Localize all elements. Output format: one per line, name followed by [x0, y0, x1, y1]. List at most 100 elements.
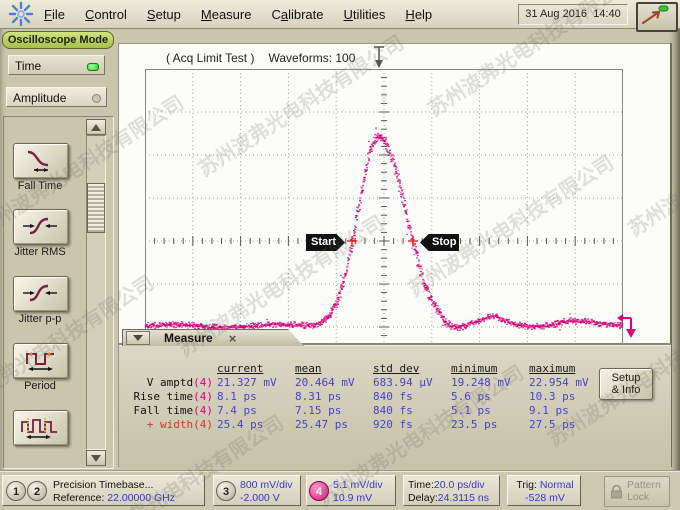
measure-results-panel: Measure × current mean std dev minimum m… [119, 345, 671, 468]
cell-value: 7.15 ps [295, 404, 373, 418]
delay-value: Delay:24.3115 ns [408, 492, 489, 505]
cell-value: 23.5 ps [451, 418, 529, 432]
ch4-offset: 10.9 mV [333, 492, 383, 505]
trigger-level: -528 mV [513, 492, 577, 505]
time-mode-dropdown[interactable]: Time [8, 55, 105, 75]
measurement-table: current mean std dev minimum maximum V a… [125, 362, 607, 432]
jitter-rms-button[interactable] [13, 209, 69, 245]
cell-value: 27.5 ps [529, 418, 607, 432]
status-bar: 1 2 Precision Timebase... Reference: 22.… [0, 470, 680, 510]
touch-hand-icon [638, 4, 672, 26]
amplitude-dropdown[interactable]: Amplitude [6, 87, 107, 107]
menu-setup[interactable]: Setup [147, 7, 181, 22]
time-per-div: Time:20.0 ps/div [408, 479, 489, 492]
fall-time-icon [21, 147, 61, 174]
jitter-pp-button[interactable] [13, 276, 69, 312]
jitter-rms-icon [21, 213, 61, 240]
off-led-icon [92, 94, 101, 103]
row-label: Rise time(4) [125, 390, 217, 404]
arrow-down-icon [91, 455, 101, 462]
measure-tab-label: Measure [164, 331, 213, 345]
arrow-up-icon [91, 124, 101, 131]
pattern-lock-button[interactable]: Pattern Lock [604, 476, 670, 507]
period-icon [21, 347, 61, 374]
close-icon[interactable]: × [229, 331, 237, 346]
channel4-reference-icon[interactable] [615, 312, 641, 342]
menu-help[interactable]: Help [405, 7, 432, 22]
cell-value: 840 fs [373, 404, 451, 418]
period-label: Period [4, 380, 76, 392]
fall-time-button[interactable] [13, 143, 69, 179]
col-minimum: minimum [451, 362, 529, 376]
trigger-mode: Trig: Normal [513, 479, 577, 492]
graticule-and-trace [145, 69, 623, 347]
scroll-thumb[interactable] [87, 183, 105, 233]
timebase-panel[interactable]: 1 2 Precision Timebase... Reference: 22.… [2, 475, 205, 506]
channel3-button[interactable]: 3 [216, 481, 236, 501]
cell-value: 8.31 ps [295, 390, 373, 404]
green-led-icon [87, 63, 99, 71]
ch3-scale: 800 mV/div [240, 479, 293, 492]
n-period-button[interactable] [13, 410, 69, 446]
cell-value: 5.6 ps [451, 390, 529, 404]
cell-value: 21.327 mV [217, 376, 295, 390]
channel4-button[interactable]: 4 [309, 481, 329, 501]
cell-value: 19.248 mV [451, 376, 529, 390]
scroll-up-button[interactable] [86, 119, 106, 135]
jitter-pp-icon [21, 280, 61, 307]
cell-value: 8.1 ps [217, 390, 295, 404]
menu-measure[interactable]: Measure [201, 7, 252, 22]
touchscreen-toggle-button[interactable] [636, 2, 678, 32]
minimize-tab-button[interactable] [126, 331, 150, 345]
cell-value: 9.1 ps [529, 404, 607, 418]
row-label: V amptd(4) [125, 376, 217, 390]
trigger-panel[interactable]: Trig: Normal -528 mV [507, 475, 581, 506]
waveform-count: Waveforms: 100 [268, 51, 355, 65]
cell-value: 840 fs [373, 390, 451, 404]
acquisition-status: ( Acq Limit Test ) Waveforms: 100 [166, 51, 369, 65]
period-button[interactable] [13, 343, 69, 379]
waveform-display: ( Acq Limit Test )Waveforms: 100 Start S… [118, 43, 672, 467]
jitter-rms-label: Jitter RMS [4, 246, 76, 258]
menu-bar: File Control Setup Measure Calibrate Uti… [0, 0, 680, 29]
oscilloscope-screen: File Control Setup Measure Calibrate Uti… [0, 0, 680, 510]
menu-calibrate[interactable]: Calibrate [271, 7, 323, 22]
menu-file[interactable]: File [44, 7, 65, 22]
channel3-panel[interactable]: 3 800 mV/div -2.000 V [213, 475, 301, 506]
channel1-button[interactable]: 1 [6, 481, 26, 501]
channel2-button[interactable]: 2 [27, 481, 47, 501]
col-current: current [217, 362, 295, 376]
sidebar: Oscilloscope Mode Time Amplitude Fall Ti… [0, 28, 115, 470]
row-label: Fall time(4) [125, 404, 217, 418]
oscilloscope-mode-header: Oscilloscope Mode [2, 31, 114, 49]
channel4-panel[interactable]: 4 5.1 mV/div 10.9 mV [306, 475, 396, 506]
cell-value: 25.4 ps [217, 418, 295, 432]
scroll-down-button[interactable] [86, 450, 106, 466]
sidebar-scrollbar [86, 119, 106, 466]
cell-value: 920 fs [373, 418, 451, 432]
agilent-logo-icon [8, 1, 34, 27]
cell-value: 5.1 ps [451, 404, 529, 418]
jitter-pp-label: Jitter p-p [4, 313, 76, 325]
cell-value: 22.954 mV [529, 376, 607, 390]
ch3-offset: -2.000 V [240, 492, 293, 505]
multi-pulse-icon [19, 414, 63, 441]
ch4-scale: 5.1 mV/div [333, 479, 383, 492]
cell-value: 10.3 ps [529, 390, 607, 404]
cell-value: 683.94 µV [373, 376, 451, 390]
horizontal-panel[interactable]: Time:20.0 ps/div Delay:24.3115 ns [403, 475, 500, 506]
trigger-position-icon[interactable] [372, 45, 386, 71]
menu-utilities[interactable]: Utilities [344, 7, 386, 22]
cell-value: 25.47 ps [295, 418, 373, 432]
triangle-down-icon [133, 335, 143, 341]
timebase-reference: Reference: 22.00000 GHz [53, 492, 175, 505]
setup-info-button[interactable]: Setup & Info [599, 368, 653, 400]
fall-time-label: Fall Time [4, 180, 76, 192]
menu-control[interactable]: Control [85, 7, 127, 22]
cell-value: 20.464 mV [295, 376, 373, 390]
col-stddev: std dev [373, 362, 451, 376]
measure-tab[interactable]: Measure × [122, 329, 304, 346]
lock-icon [610, 484, 623, 499]
col-mean: mean [295, 362, 373, 376]
acq-limit-test-label: ( Acq Limit Test ) [166, 51, 254, 65]
